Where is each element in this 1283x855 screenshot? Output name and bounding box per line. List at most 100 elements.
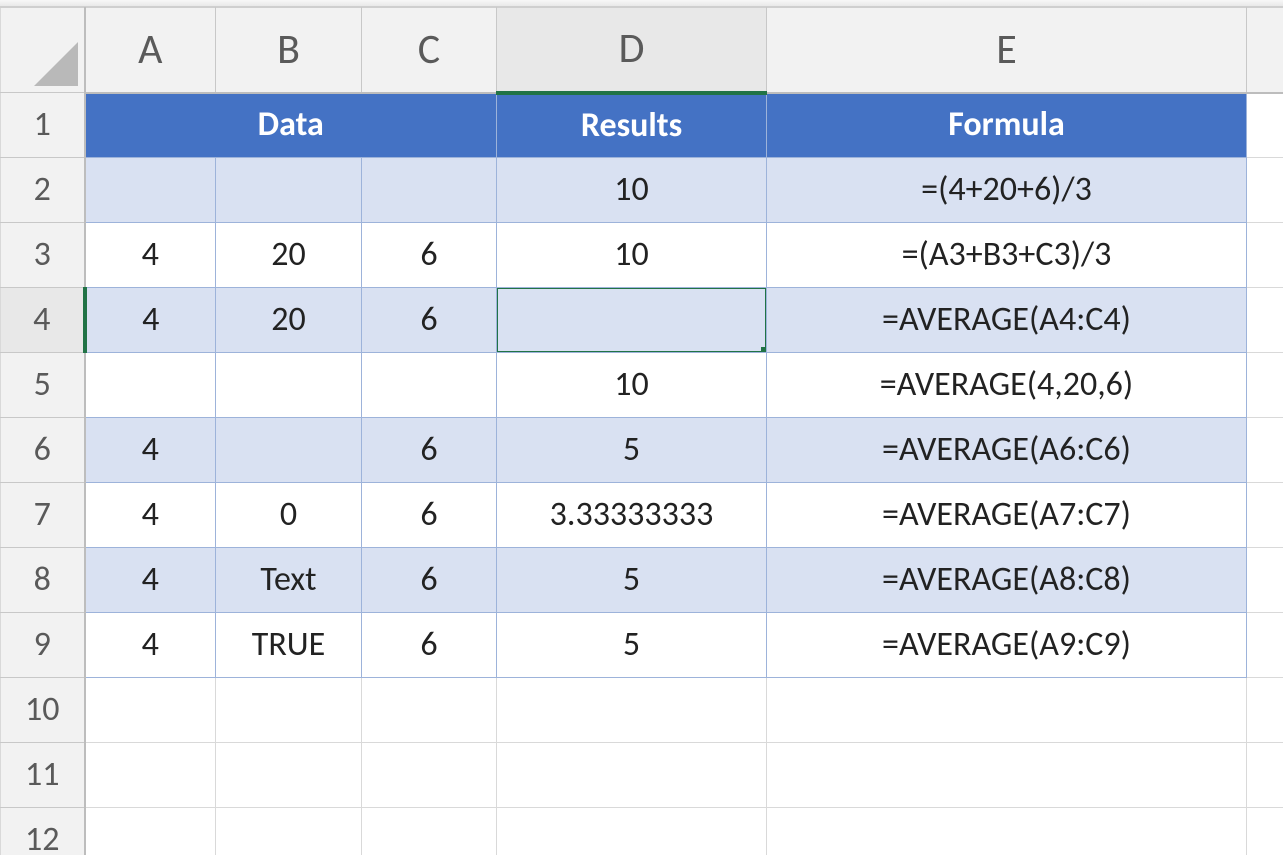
- cell-C11[interactable]: [362, 743, 497, 808]
- table-row: 5 10 =AVERAGE(4,20,6): [1, 353, 1283, 418]
- table-row: 4 4 20 6 =AVERAGE(A4:C4): [1, 288, 1283, 353]
- cell-C12[interactable]: [362, 808, 497, 855]
- cell-D11[interactable]: [497, 743, 767, 808]
- cell-F12[interactable]: [1247, 808, 1283, 855]
- cell-E2[interactable]: =(4+20+6)/3: [767, 158, 1247, 223]
- row-header-10[interactable]: 10: [1, 678, 85, 743]
- cell-E5[interactable]: =AVERAGE(4,20,6): [767, 353, 1247, 418]
- cell-B12[interactable]: [216, 808, 362, 855]
- cell-F2[interactable]: [1247, 158, 1283, 223]
- cell-D7[interactable]: 3.33333333: [497, 483, 767, 548]
- row-header-11[interactable]: 11: [1, 743, 85, 808]
- cell-D4-selected[interactable]: [497, 288, 767, 353]
- cell-A6[interactable]: 4: [85, 418, 216, 483]
- cell-E4[interactable]: =AVERAGE(A4:C4): [767, 288, 1247, 353]
- cell-E11[interactable]: [767, 743, 1247, 808]
- cell-C7[interactable]: 6: [362, 483, 497, 548]
- cell-E8[interactable]: =AVERAGE(A8:C8): [767, 548, 1247, 613]
- row-header-1[interactable]: 1: [1, 93, 85, 158]
- cell-F8[interactable]: [1247, 548, 1283, 613]
- table-header-results[interactable]: Results: [497, 93, 767, 158]
- cell-F5[interactable]: [1247, 353, 1283, 418]
- cell-F1[interactable]: [1247, 93, 1283, 158]
- cell-B2[interactable]: [216, 158, 362, 223]
- cell-B7[interactable]: 0: [216, 483, 362, 548]
- select-all-triangle[interactable]: [1, 8, 85, 93]
- row-header-6[interactable]: 6: [1, 418, 85, 483]
- table-row: 10: [1, 678, 1283, 743]
- cell-F6[interactable]: [1247, 418, 1283, 483]
- cell-D8[interactable]: 5: [497, 548, 767, 613]
- cell-E7[interactable]: =AVERAGE(A7:C7): [767, 483, 1247, 548]
- spreadsheet-grid[interactable]: A B C D E 1 Data Results Formula 2 10 =(…: [0, 7, 1283, 855]
- cell-C10[interactable]: [362, 678, 497, 743]
- cell-B11[interactable]: [216, 743, 362, 808]
- cell-B10[interactable]: [216, 678, 362, 743]
- cell-A12[interactable]: [85, 808, 216, 855]
- table-row: 7 4 0 6 3.33333333 =AVERAGE(A7:C7): [1, 483, 1283, 548]
- col-header-F-edge[interactable]: [1247, 8, 1283, 93]
- cell-A5[interactable]: [85, 353, 216, 418]
- cell-B4[interactable]: 20: [216, 288, 362, 353]
- cell-D12[interactable]: [497, 808, 767, 855]
- cell-A8[interactable]: 4: [85, 548, 216, 613]
- cell-C9[interactable]: 6: [362, 613, 497, 678]
- cell-E10[interactable]: [767, 678, 1247, 743]
- cell-A9[interactable]: 4: [85, 613, 216, 678]
- cell-D5[interactable]: 10: [497, 353, 767, 418]
- row-header-9[interactable]: 9: [1, 613, 85, 678]
- row-header-8[interactable]: 8: [1, 548, 85, 613]
- cell-D10[interactable]: [497, 678, 767, 743]
- cell-D2[interactable]: 10: [497, 158, 767, 223]
- col-header-E[interactable]: E: [767, 8, 1247, 93]
- row-header-5[interactable]: 5: [1, 353, 85, 418]
- table-header-data[interactable]: Data: [85, 93, 497, 158]
- cell-C4[interactable]: 6: [362, 288, 497, 353]
- cell-E6[interactable]: =AVERAGE(A6:C6): [767, 418, 1247, 483]
- row-header-2[interactable]: 2: [1, 158, 85, 223]
- cell-C3[interactable]: 6: [362, 223, 497, 288]
- cell-A7[interactable]: 4: [85, 483, 216, 548]
- table-row: 2 10 =(4+20+6)/3: [1, 158, 1283, 223]
- cell-E9[interactable]: =AVERAGE(A9:C9): [767, 613, 1247, 678]
- table-row: 12: [1, 808, 1283, 855]
- cell-F4[interactable]: [1247, 288, 1283, 353]
- cell-B9[interactable]: TRUE: [216, 613, 362, 678]
- row-header-7[interactable]: 7: [1, 483, 85, 548]
- cell-F11[interactable]: [1247, 743, 1283, 808]
- cell-F9[interactable]: [1247, 613, 1283, 678]
- table-header-formula[interactable]: Formula: [767, 93, 1247, 158]
- row-header-4[interactable]: 4: [1, 288, 85, 353]
- column-header-row[interactable]: A B C D E: [1, 8, 1283, 93]
- cell-A4[interactable]: 4: [85, 288, 216, 353]
- cell-D3[interactable]: 10: [497, 223, 767, 288]
- table-row: 11: [1, 743, 1283, 808]
- cell-F10[interactable]: [1247, 678, 1283, 743]
- cell-A2[interactable]: [85, 158, 216, 223]
- cell-B6[interactable]: [216, 418, 362, 483]
- cell-B3[interactable]: 20: [216, 223, 362, 288]
- cell-C6[interactable]: 6: [362, 418, 497, 483]
- cell-A11[interactable]: [85, 743, 216, 808]
- col-header-A[interactable]: A: [85, 8, 216, 93]
- cell-F7[interactable]: [1247, 483, 1283, 548]
- cell-B5[interactable]: [216, 353, 362, 418]
- cell-B8[interactable]: Text: [216, 548, 362, 613]
- row-header-12[interactable]: 12: [1, 808, 85, 855]
- table-row: 6 4 6 5 =AVERAGE(A6:C6): [1, 418, 1283, 483]
- cell-F3[interactable]: [1247, 223, 1283, 288]
- col-header-C[interactable]: C: [362, 8, 497, 93]
- cell-C8[interactable]: 6: [362, 548, 497, 613]
- cell-D6[interactable]: 5: [497, 418, 767, 483]
- cell-D9[interactable]: 5: [497, 613, 767, 678]
- col-header-D[interactable]: D: [497, 8, 767, 93]
- cell-E3[interactable]: =(A3+B3+C3)/3: [767, 223, 1247, 288]
- cell-C2[interactable]: [362, 158, 497, 223]
- col-header-B[interactable]: B: [216, 8, 362, 93]
- cell-A10[interactable]: [85, 678, 216, 743]
- cell-C5[interactable]: [362, 353, 497, 418]
- row-header-3[interactable]: 3: [1, 223, 85, 288]
- cell-A3[interactable]: 4: [85, 223, 216, 288]
- cell-E12[interactable]: [767, 808, 1247, 855]
- table-row: 3 4 20 6 10 =(A3+B3+C3)/3: [1, 223, 1283, 288]
